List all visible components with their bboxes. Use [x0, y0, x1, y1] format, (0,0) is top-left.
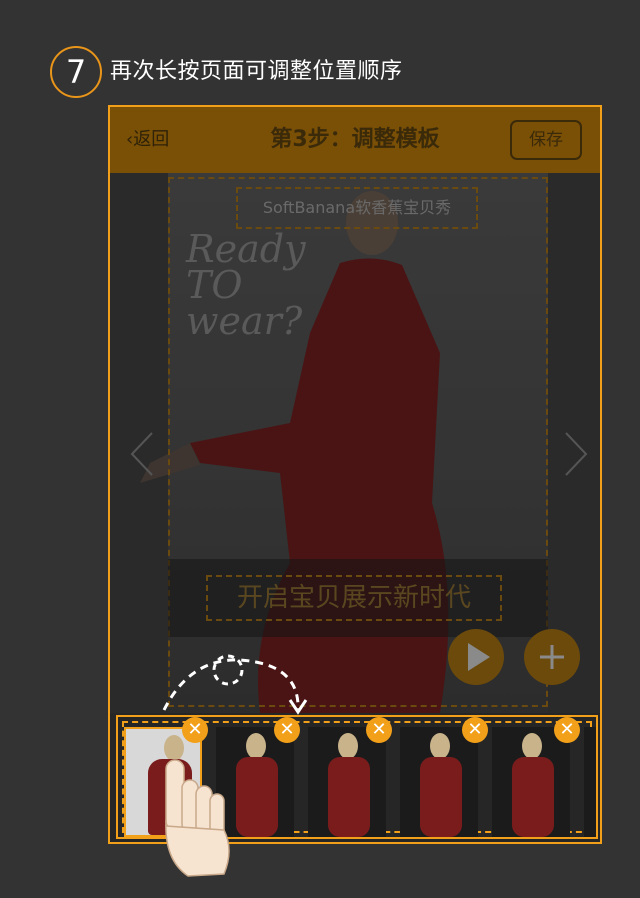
template-canvas[interactable]: Ready TO wear? SoftBanana软香蕉宝贝秀 开启宝贝展示新时… [110, 173, 600, 713]
step-number-badge: 7 [50, 46, 102, 98]
prev-arrow-icon[interactable] [128, 429, 158, 479]
drag-arrow-icon [162, 654, 308, 715]
next-arrow-icon[interactable] [560, 429, 590, 479]
close-icon[interactable]: ✕ [554, 717, 580, 743]
thumbnail-item[interactable] [584, 727, 596, 837]
thumbnail-item[interactable] [492, 727, 570, 837]
close-icon[interactable]: ✕ [462, 717, 488, 743]
thumbnail-item[interactable] [308, 727, 386, 837]
top-bar: ‹返回 第3步：调整模板 保存 [110, 107, 600, 173]
hand-pointer-icon [165, 759, 230, 877]
play-icon [468, 643, 490, 671]
play-button[interactable] [448, 629, 504, 685]
thumbnail-item[interactable] [400, 727, 478, 837]
step-instruction: 再次长按页面可调整位置顺序 [110, 59, 403, 84]
save-button[interactable]: 保存 [510, 120, 582, 160]
plus-icon [540, 645, 564, 669]
close-icon[interactable]: ✕ [366, 717, 392, 743]
close-icon[interactable]: ✕ [274, 717, 300, 743]
close-icon[interactable]: ✕ [182, 717, 208, 743]
phone-screen: ‹返回 第3步：调整模板 保存 Ready TO wear? SoftBanan… [108, 105, 602, 844]
add-button[interactable] [524, 629, 580, 685]
bottom-text-box[interactable]: 开启宝贝展示新时代 [206, 575, 502, 621]
top-text-box[interactable]: SoftBanana软香蕉宝贝秀 [236, 187, 478, 229]
